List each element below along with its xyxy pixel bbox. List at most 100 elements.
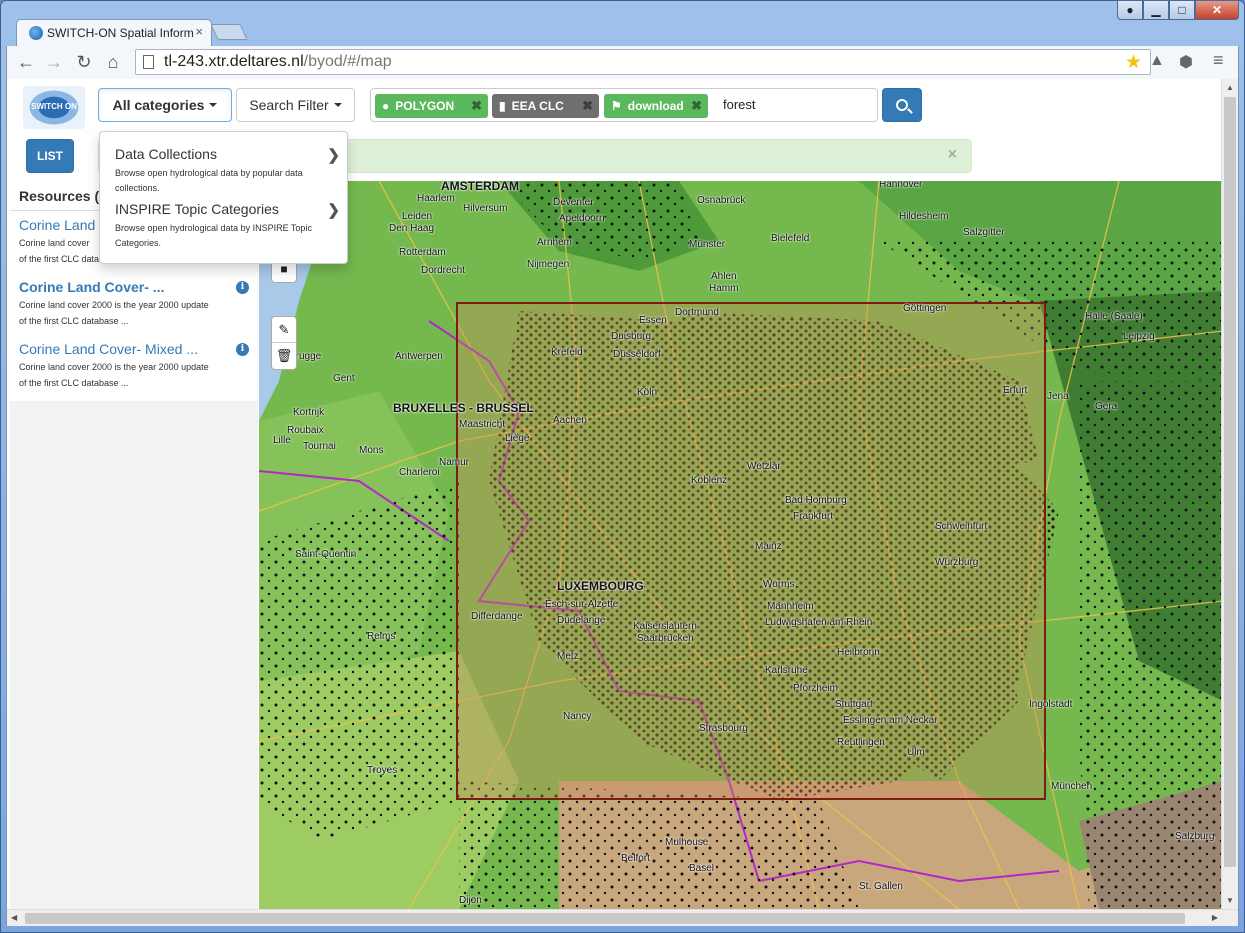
map-label: Schweinfurt [935, 521, 988, 532]
map-label: Apeldoorn [559, 213, 605, 224]
map-label: Mulhouse [665, 837, 709, 848]
alert-close-icon[interactable]: × [948, 146, 957, 164]
search-bbox[interactable] [456, 302, 1046, 800]
home-icon[interactable]: ⌂ [102, 52, 124, 72]
tab-close-icon[interactable]: × [195, 24, 203, 39]
result-title[interactable]: Corine Land Cover- ... [19, 279, 249, 295]
info-icon[interactable]: i [236, 281, 249, 294]
search-tag-input[interactable]: ● POLYGON ✖ ▮ EEA CLC ✖ ⚑ download ✖ for… [370, 88, 878, 122]
maximize-icon[interactable]: □ [1169, 0, 1195, 20]
url-text[interactable]: tl-243.xtr.deltares.nl/byod/#/map [164, 53, 392, 71]
horizontal-scroll-thumb[interactable] [25, 913, 1185, 924]
chevron-right-icon: ❯ [327, 147, 340, 164]
map-label: Ahlen [711, 271, 737, 282]
result-item[interactable]: Corine Land Cover- Mixed ... i Corine la… [19, 341, 249, 391]
search-icon [896, 99, 908, 111]
map-label: Maastricht [459, 419, 506, 430]
close-icon[interactable]: ✕ [1195, 0, 1239, 20]
trash-icon[interactable]: 🗑 [272, 343, 296, 369]
search-filter-button[interactable]: Search Filter [236, 88, 355, 122]
map-label: Ingolstadt [1029, 699, 1073, 710]
menu-item-desc: Browse open hydrological data by INSPIRE… [115, 223, 312, 248]
address-bar[interactable]: tl-243.xtr.deltares.nl/byod/#/map ★ [135, 49, 1151, 75]
map-label: Bielefeld [771, 233, 810, 244]
switch-on-logo[interactable]: SWITCH ON [23, 86, 85, 129]
map-label: Liège [505, 433, 530, 444]
forward-arrow-icon[interactable]: → [43, 52, 65, 72]
caret-down-icon [209, 103, 218, 107]
vertical-scroll-thumb[interactable] [1224, 97, 1236, 867]
search-button[interactable] [882, 88, 922, 122]
map-label: Deventer [553, 197, 594, 208]
edit-toolbar: ✎ 🗑 [271, 316, 297, 370]
tag-remove-icon[interactable]: ✖ [582, 98, 593, 114]
horizontal-scrollbar[interactable]: ◀ ▶ [7, 909, 1238, 926]
scroll-down-icon[interactable]: ▼ [1226, 896, 1234, 905]
tab-strip: SWITCH-ON Spatial Inform × ● ▁ □ ✕ [0, 0, 1245, 46]
map-label: Saarbrücken [637, 633, 694, 644]
map-label: Arnhem [537, 237, 573, 248]
map-label: Nancy [563, 711, 592, 722]
bookmark-star-icon[interactable]: ★ [1125, 51, 1142, 74]
browser-tab[interactable]: SWITCH-ON Spatial Inform × [16, 19, 212, 46]
back-arrow-icon[interactable]: ← [15, 52, 37, 72]
map-label: Metz [557, 651, 579, 662]
menu-icon[interactable]: ≡ [1213, 50, 1224, 71]
tag-remove-icon[interactable]: ✖ [471, 98, 482, 114]
map-label: Essen [639, 315, 667, 326]
map-label: Jena [1047, 391, 1069, 402]
map-label: Rotterdam [399, 247, 446, 258]
list-button[interactable]: LIST [26, 139, 74, 173]
reload-icon[interactable]: ↻ [73, 52, 95, 72]
logo-text: SWITCH ON [31, 102, 77, 111]
map-label: München [1051, 781, 1093, 792]
user-icon[interactable]: ● [1117, 0, 1143, 20]
map-view[interactable]: AMSTERDAM Haarlem Hilversum Leiden Den H… [259, 181, 1223, 909]
result-title[interactable]: Corine Land Cover- Mixed ... [19, 341, 249, 357]
scroll-up-icon[interactable]: ▲ [1226, 83, 1234, 92]
map-label: Bad Homburg [785, 495, 847, 506]
tag-eea-clc[interactable]: ▮ EEA CLC ✖ [492, 94, 599, 118]
result-desc-line1: Corine land cover 2000 is the year 2000 … [19, 300, 209, 310]
search-input[interactable]: forest [723, 97, 756, 112]
map-label: Göttingen [903, 303, 947, 314]
menu-item-data-collections[interactable]: Data Collections Browse open hydrologica… [115, 146, 340, 196]
menu-item-title: Data Collections [115, 146, 217, 162]
scroll-right-icon[interactable]: ▶ [1212, 913, 1218, 922]
result-item[interactable]: Corine Land Cover- ... i Corine land cov… [19, 279, 249, 329]
map-label: Stuttgart [835, 699, 873, 710]
result-desc-line1: Corine land cover 2000 is the year 2000 … [19, 362, 209, 372]
extension-cube-icon[interactable]: ⬢ [1179, 52, 1193, 72]
map-label: LUXEMBOURG [557, 579, 644, 593]
edit-icon[interactable]: ✎ [272, 317, 296, 343]
map-label: Köln [637, 387, 658, 398]
map-label: Differdange [471, 611, 523, 622]
all-categories-button[interactable]: All categories [98, 88, 232, 122]
vertical-scrollbar[interactable]: ▲ ▼ [1221, 79, 1238, 909]
map-label: Den Haag [389, 223, 435, 234]
map-label: Halle (Saale) [1085, 311, 1143, 322]
tag-polygon[interactable]: ● POLYGON ✖ [375, 94, 488, 118]
map-label: Leiden [402, 211, 433, 222]
tag-remove-icon[interactable]: ✖ [691, 98, 702, 114]
map-label: Würzburg [935, 557, 979, 568]
map-label: Frankfurt [793, 511, 834, 522]
map-label: St. Gallen [859, 881, 903, 892]
tag-label: EEA CLC [511, 99, 564, 113]
map-label: Dudelange [557, 615, 606, 626]
extension-a-icon[interactable]: ▲ [1149, 52, 1165, 70]
url-path: /byod/#/map [303, 53, 392, 70]
map-label: Osnabrück [697, 195, 746, 206]
categories-dropdown-menu: Data Collections Browse open hydrologica… [99, 131, 348, 264]
map-label: AMSTERDAM [441, 181, 519, 193]
bookmark-icon: ▮ [499, 99, 506, 113]
minimize-icon[interactable]: ▁ [1143, 0, 1169, 20]
info-icon[interactable]: i [236, 343, 249, 356]
map-label: Antwerpen [395, 351, 443, 362]
new-tab-button[interactable] [210, 24, 248, 40]
scroll-left-icon[interactable]: ◀ [11, 913, 17, 922]
globe-icon: ● [382, 99, 390, 113]
map-label: Saint-Quentin [295, 549, 357, 560]
menu-item-inspire-topics[interactable]: INSPIRE Topic Categories Browse open hyd… [115, 201, 340, 251]
tag-download[interactable]: ⚑ download ✖ [604, 94, 708, 118]
